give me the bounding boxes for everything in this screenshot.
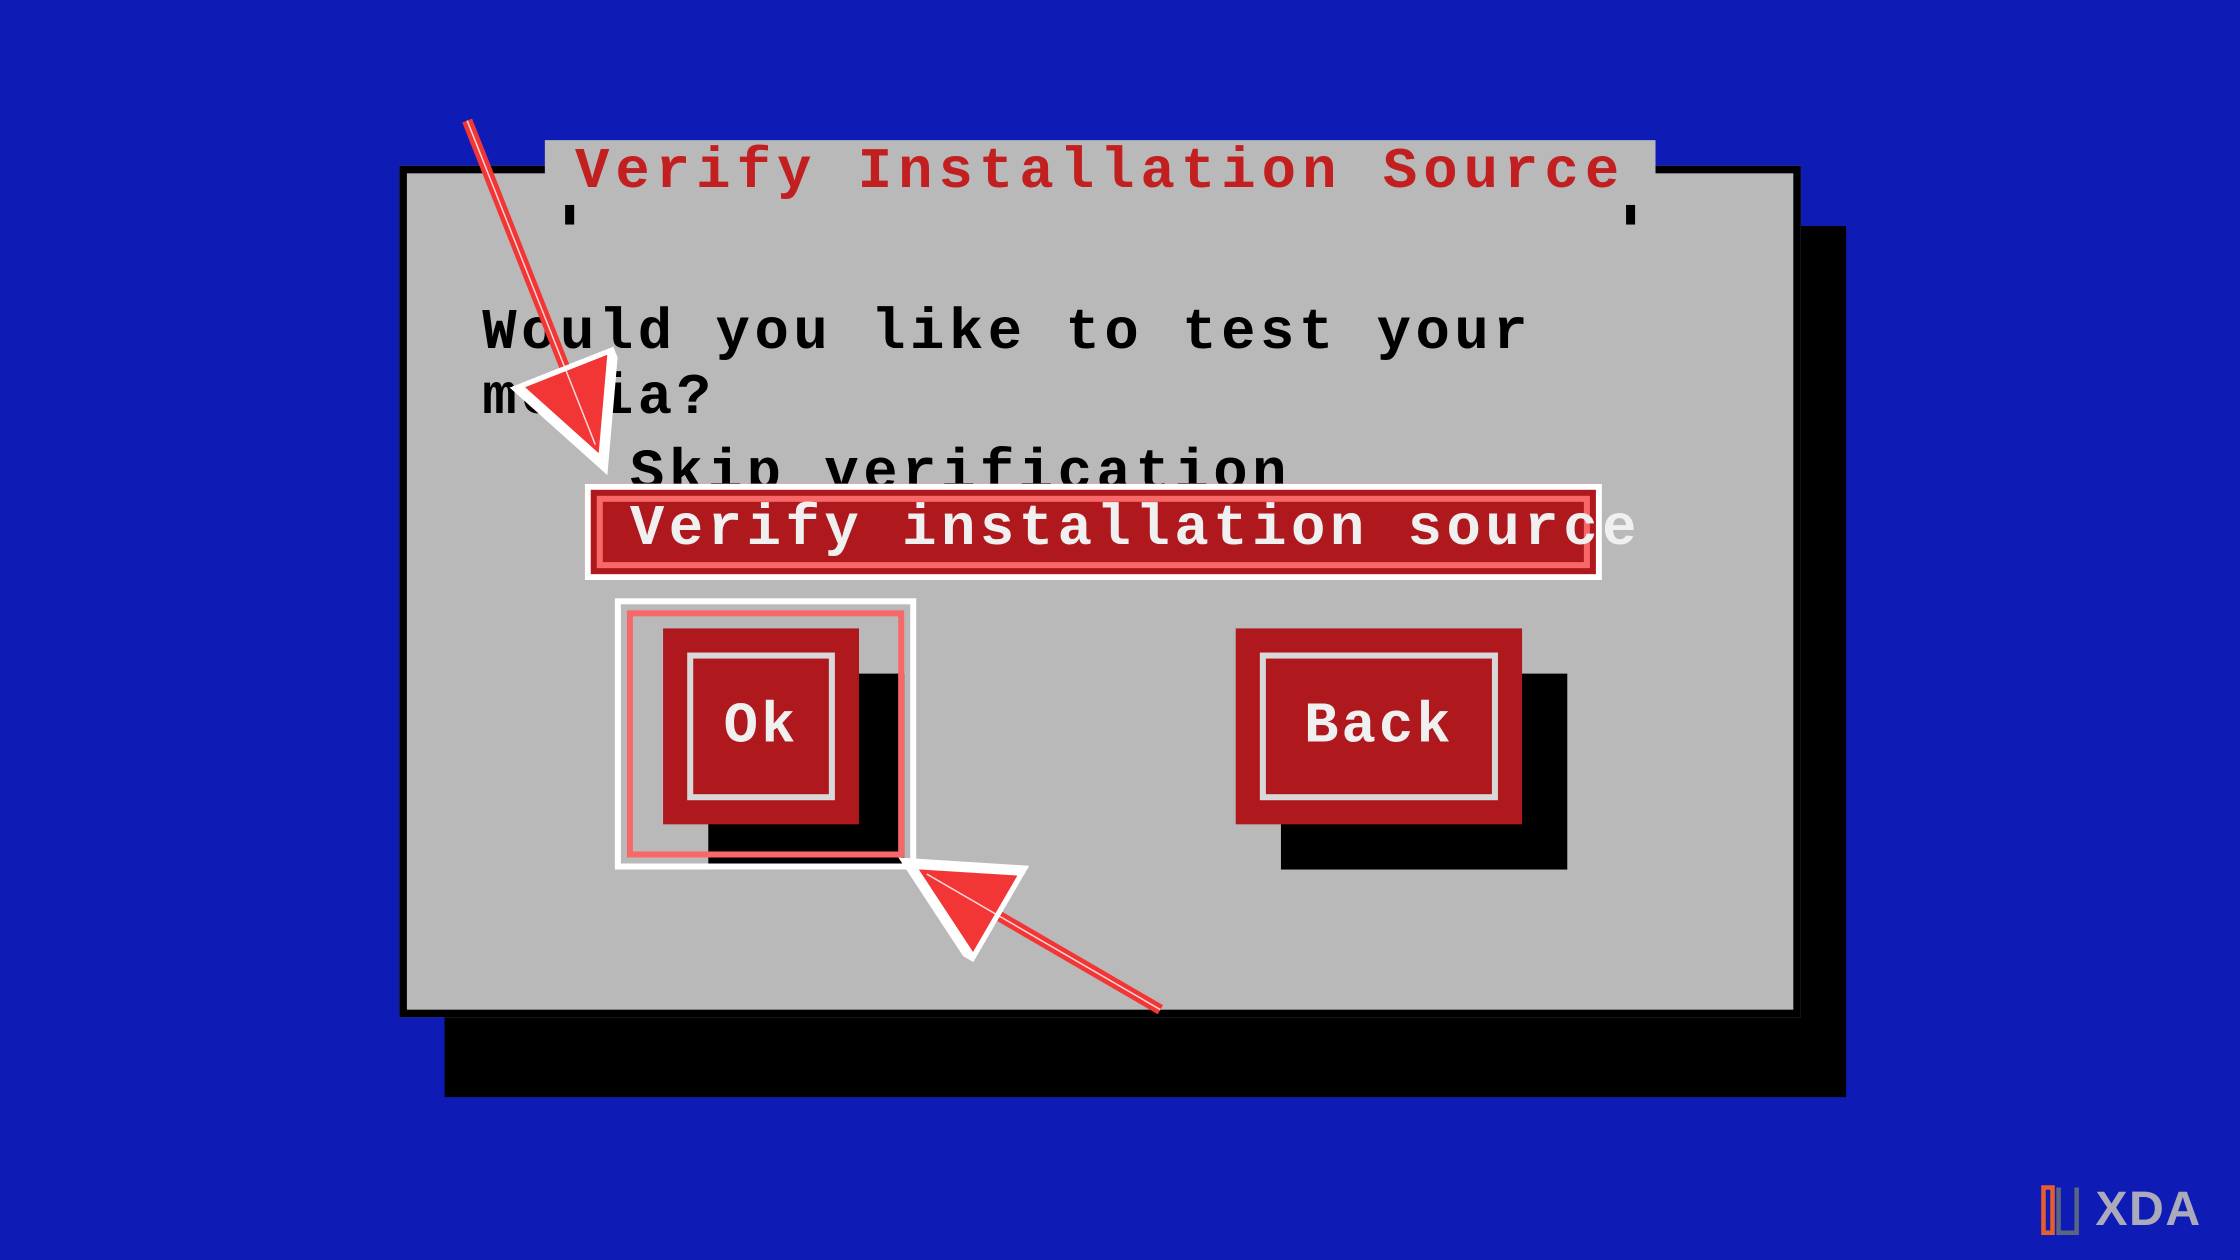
xda-watermark-text: XDA — [2095, 1181, 2201, 1237]
xda-watermark: XDA — [2038, 1181, 2202, 1237]
dialog-title: Verify Installation Source — [545, 140, 1656, 205]
xda-logo-icon — [2038, 1184, 2083, 1235]
back-button-label: Back — [1304, 694, 1454, 759]
prompt-text: Would you like to test your media? — [482, 301, 1793, 431]
verify-installation-dialog: Verify Installation Source Would you lik… — [399, 166, 1801, 1017]
back-button[interactable]: Back — [1236, 628, 1522, 824]
ok-button-label: Ok — [724, 694, 799, 759]
screen-wrapper: Verify Installation Source Would you lik… — [0, 0, 2239, 1260]
option-verify-installation[interactable]: Verify installation source — [630, 497, 1641, 562]
